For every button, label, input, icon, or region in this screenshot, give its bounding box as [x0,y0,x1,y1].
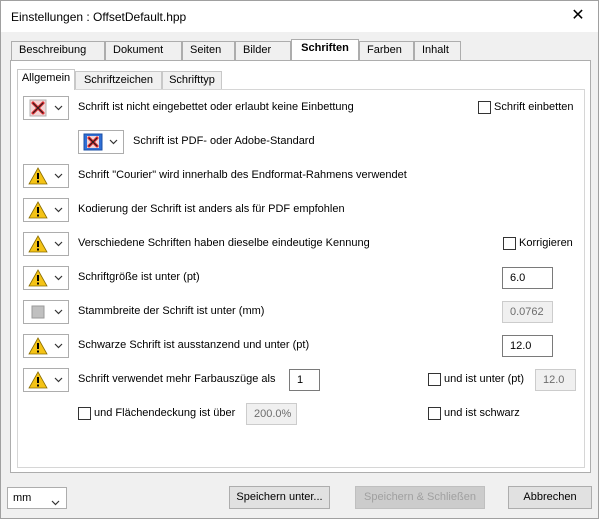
rule-row-same-id: Verschiedene Schriften haben dieselbe ei… [18,232,584,256]
rule-row-coverage: und Flächendeckung ist über 200.0% und i… [18,402,584,426]
chevron-down-icon [109,137,118,146]
and-below-checkbox[interactable] [428,373,441,386]
chevron-down-icon [54,375,63,384]
tab-schriften[interactable]: Schriften [291,39,359,60]
tab-inhalt[interactable]: Inhalt [414,41,461,60]
schriften-panel: Allgemein Schriftzeichen Schrifttyp Schr… [10,60,591,473]
chevron-down-icon [54,103,63,112]
tab-seiten[interactable]: Seiten [182,41,235,60]
rule-label: Verschiedene Schriften haben dieselbe ei… [78,237,370,249]
rule-row-black-knockout: Schwarze Schrift ist ausstanzend und unt… [18,334,584,358]
and-black-label: und ist schwarz [444,407,520,419]
error-x-icon [83,133,103,151]
embed-font-checkbox[interactable] [478,101,491,114]
and-below-label: und ist unter (pt) [444,373,525,385]
embed-font-label: Schrift einbetten [494,101,574,113]
severity-select[interactable] [23,334,69,358]
rule-row-separations: Schrift verwendet mehr Farbauszüge als 1… [18,368,584,392]
chevron-down-icon [54,341,63,350]
warning-icon [28,167,48,185]
rule-label: Schrift ist PDF- oder Adobe-Standard [133,135,315,147]
chevron-down-icon [54,273,63,282]
rule-row-not-embedded: Schrift ist nicht eingebettet oder erlau… [18,96,584,120]
title-bar: Einstellungen : OffsetDefault.hpp ✕ [1,1,598,32]
chevron-down-icon [54,307,63,316]
tab-schrifttyp[interactable]: Schrifttyp [162,71,222,89]
window-title: Einstellungen : OffsetDefault.hpp [11,10,187,24]
tab-bilder[interactable]: Bilder [235,41,291,60]
warning-icon [28,201,48,219]
coverage-label: und Flächendeckung ist über [94,407,236,419]
severity-select[interactable] [78,130,124,154]
rule-label: Schrift verwendet mehr Farbauszüge als [78,373,276,385]
chevron-down-icon [54,171,63,180]
warning-icon [28,371,48,389]
and-black-checkbox[interactable] [428,407,441,420]
stem-width-input[interactable]: 0.0762 [502,301,553,323]
save-close-button[interactable]: Speichern & Schließen [355,486,485,509]
rule-label: Kodierung der Schrift ist anders als für… [78,203,345,215]
rule-row-pdf-standard: Schrift ist PDF- oder Adobe-Standard [18,130,584,154]
rule-row-courier: Schrift "Courier" wird innerhalb des End… [18,164,584,188]
cancel-button[interactable]: Abbrechen [508,486,592,509]
warning-icon [28,337,48,355]
tab-dokument[interactable]: Dokument [105,41,182,60]
severity-select[interactable] [23,96,69,120]
settings-dialog: Einstellungen : OffsetDefault.hpp ✕ Besc… [0,0,599,519]
rule-label: Schrift "Courier" wird innerhalb des End… [78,169,407,181]
rule-row-encoding: Kodierung der Schrift ist anders als für… [18,198,584,222]
and-below-input[interactable]: 12.0 [535,369,576,391]
tab-allgemein[interactable]: Allgemein [17,69,75,90]
warning-icon [28,235,48,253]
rule-label: Schwarze Schrift ist ausstanzend und unt… [78,339,310,351]
severity-select[interactable] [23,266,69,290]
tab-beschreibung[interactable]: Beschreibung [11,41,105,60]
chevron-down-icon [54,205,63,214]
correct-label: Korrigieren [519,237,573,249]
severity-select[interactable] [23,232,69,256]
warning-icon [28,269,48,287]
inactive-square-icon [28,303,48,321]
tab-schriftzeichen[interactable]: Schriftzeichen [75,71,162,89]
severity-select[interactable] [23,300,69,324]
save-as-button[interactable]: Speichern unter... [229,486,330,509]
knockout-size-input[interactable]: 12.0 [502,335,553,357]
coverage-checkbox[interactable] [78,407,91,420]
rule-row-stem-below: Stammbreite der Schrift ist unter (mm) 0… [18,300,584,324]
rule-label: Stammbreite der Schrift ist unter (mm) [78,305,265,317]
rule-row-size-below: Schriftgröße ist unter (pt) 6.0 [18,266,584,290]
tab-farben[interactable]: Farben [359,41,414,60]
rule-label: Schriftgröße ist unter (pt) [78,271,200,283]
font-size-input[interactable]: 6.0 [502,267,553,289]
correct-checkbox[interactable] [503,237,516,250]
severity-select[interactable] [23,368,69,392]
unit-select[interactable]: mm [7,487,67,509]
allgemein-panel: Schrift ist nicht eingebettet oder erlau… [17,89,585,468]
severity-select[interactable] [23,198,69,222]
coverage-input[interactable]: 200.0% [246,403,297,425]
chevron-down-icon [54,239,63,248]
separations-input[interactable]: 1 [289,369,320,391]
close-icon[interactable]: ✕ [566,5,590,27]
chevron-down-icon [51,494,60,506]
unit-value: mm [13,492,32,504]
error-x-icon [28,99,48,117]
rule-label: Schrift ist nicht eingebettet oder erlau… [78,101,354,113]
severity-select[interactable] [23,164,69,188]
